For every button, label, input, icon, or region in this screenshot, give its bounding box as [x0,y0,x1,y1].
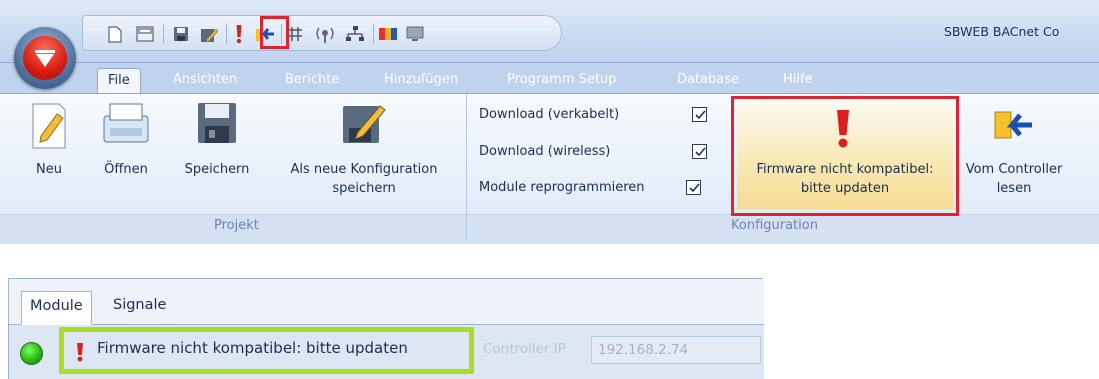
window-title: SBWEB BACnet Co [944,24,1060,39]
firmware-warning-icon[interactable] [229,24,249,44]
quick-access-toolbar [82,15,562,51]
firmware-status-text: Firmware nicht kompatibel: bitte updaten [97,339,408,357]
save-as-icon [342,102,386,150]
status-led-icon [20,342,43,365]
checkbox-download-wireless[interactable] [692,144,707,159]
firmware-warning-highlight [260,16,289,49]
monitor-icon[interactable] [405,24,425,44]
checkbox-reprogram-modules[interactable] [686,180,701,195]
app-menu-button[interactable] [14,27,76,89]
ribbon-tabs: File Ansichten Berichte Hinzufügen Progr… [0,63,1099,93]
tab-berichte[interactable]: Berichte [285,68,339,93]
warning-icon [76,342,84,366]
topology-icon[interactable] [345,24,365,44]
tab-hinzufuegen[interactable]: Hinzufügen [384,68,458,93]
controller-ip-label: Controller IP [483,341,566,357]
read-from-controller-button[interactable]: Vom Controller lesen [963,94,1065,212]
tab-module[interactable]: Module [21,291,92,325]
new-icon [31,102,67,156]
ribbon-window: SBWEB BACnet Co File Ansichten Berichte … [0,0,1099,246]
module-panel: Module Signale Firmware nicht kompatibel… [8,278,764,379]
colors-icon[interactable] [378,24,398,44]
carlo-gavazzi-logo-icon [23,36,67,80]
read-from-controller-icon [994,110,1034,146]
save-icon[interactable] [171,24,191,44]
group-label-projekt: Projekt [214,218,259,233]
tab-hilfe[interactable]: Hilfe [783,68,813,93]
panel-tabs: Module Signale [9,279,764,325]
save-icon [197,102,237,150]
open-button[interactable]: Öffnen [92,94,160,212]
tab-file[interactable]: File [97,68,141,93]
save-as-new-config-button[interactable]: Als neue Konfiguration speichern [268,94,460,212]
download-wired-check[interactable]: Download (verkabelt) [479,107,713,129]
new-file-icon[interactable] [105,24,125,44]
title-bar: SBWEB BACnet Co [0,0,1099,63]
group-footer [0,214,1099,244]
firmware-warning-frame [731,96,959,216]
save-button[interactable]: Speichern [172,94,262,212]
group-label-konfiguration: Konfiguration [731,218,818,233]
wireless-icon[interactable] [315,24,335,44]
controller-ip-input[interactable] [591,336,761,364]
new-button[interactable]: Neu [26,94,72,212]
download-wireless-check[interactable]: Download (wireless) [479,144,713,166]
save-as-icon[interactable] [199,24,219,44]
open-icon[interactable] [135,24,155,44]
tab-signale[interactable]: Signale [105,291,174,325]
tab-database[interactable]: Database [677,68,739,93]
tab-programm-setup[interactable]: Programm Setup [507,68,616,93]
reprogram-modules-check[interactable]: Module reprogrammieren [479,180,713,202]
tab-ansichten[interactable]: Ansichten [173,68,237,93]
open-icon [102,102,150,152]
checkbox-download-wired[interactable] [692,107,707,122]
status-bar: Firmware nicht kompatibel: bitte updaten… [9,325,764,379]
